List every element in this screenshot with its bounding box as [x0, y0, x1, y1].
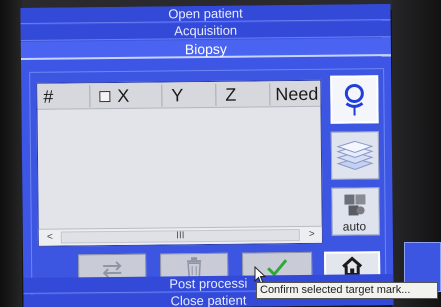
auto-label: auto	[342, 219, 367, 234]
scroll-left-button[interactable]: <	[41, 231, 59, 245]
target-marker-icon	[344, 83, 364, 116]
column-divider	[89, 85, 91, 108]
column-number[interactable]: #	[43, 87, 53, 107]
scroll-thumb[interactable]: III	[60, 229, 300, 244]
column-divider	[161, 84, 163, 107]
column-z[interactable]: Z	[225, 85, 236, 105]
menu-acquisition-label: Acquisition	[174, 22, 238, 39]
scroll-thumb-grip: III	[176, 230, 185, 242]
auto-button[interactable]: auto	[331, 187, 380, 236]
menu-open-patient-label: Open patient	[168, 5, 243, 22]
horizontal-scrollbar[interactable]: < III >	[38, 225, 322, 246]
menu-close-patient-label: Close patient	[170, 292, 247, 307]
column-y[interactable]: Y	[171, 85, 183, 105]
layers-stack-icon	[336, 140, 374, 170]
layers-button[interactable]	[330, 131, 380, 180]
target-marker-button[interactable]	[330, 75, 379, 124]
column-needle[interactable]: Need	[275, 84, 318, 104]
column-divider	[215, 83, 217, 106]
menu-post-processing-label: Post processi	[169, 275, 248, 292]
column-divider	[269, 83, 271, 106]
swap-arrows-icon	[102, 261, 122, 278]
target-list-header: # X Y Z Need	[37, 80, 321, 110]
scroll-right-button[interactable]: >	[303, 228, 321, 242]
biopsy-panel: # X Y Z Need < III > auto	[29, 68, 387, 302]
target-list[interactable]: # X Y Z Need < III >	[36, 79, 323, 247]
column-x[interactable]: X	[117, 86, 129, 106]
select-all-checkbox[interactable]	[99, 91, 111, 103]
menu-biopsy[interactable]: Biopsy	[20, 38, 391, 60]
menu-biopsy-label: Biopsy	[184, 40, 227, 58]
confirm-tooltip: Confirm selected target mark...	[256, 282, 438, 299]
biopsy-application-screen: Open patient Acquisition Biopsy # X Y Z …	[20, 4, 394, 307]
auto-puzzle-icon	[344, 194, 366, 216]
monitor-bezel-left	[0, 0, 22, 307]
